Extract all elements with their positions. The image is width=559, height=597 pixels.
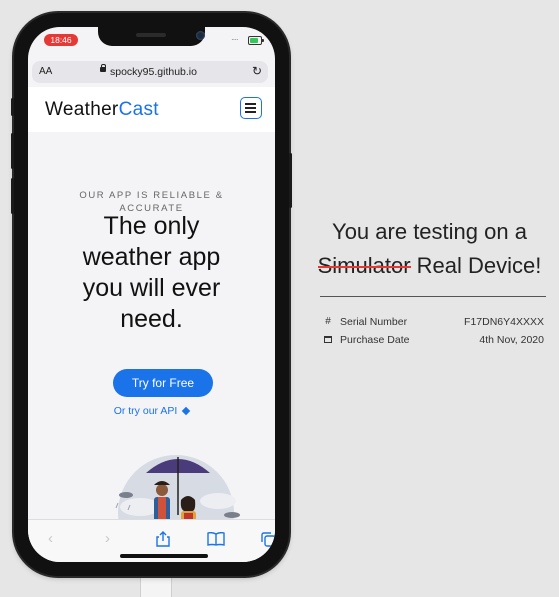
calendar-icon	[322, 334, 334, 346]
site-navbar: WeatherCast	[28, 87, 275, 132]
brand-accent: Cast	[118, 99, 159, 120]
try-for-free-button[interactable]: Try for Free	[113, 369, 213, 397]
charging-cable	[140, 575, 172, 597]
bookmarks-icon[interactable]	[207, 532, 225, 546]
menu-bar-icon	[245, 103, 256, 105]
home-indicator	[120, 554, 208, 558]
purchase-date-label: Purchase Date	[340, 334, 410, 346]
divider	[320, 296, 546, 297]
mute-switch	[11, 98, 14, 116]
api-link[interactable]: Or try our API	[28, 405, 275, 417]
volume-up-button	[11, 133, 14, 169]
purchase-date-value: 4th Nov, 2020	[479, 334, 544, 346]
lock-icon	[100, 64, 106, 72]
device-subheading: Simulator Real Device!	[300, 253, 559, 279]
site-logo[interactable]: WeatherCast	[45, 99, 159, 121]
address-bar[interactable]: AA spocky95.github.io ↻	[32, 61, 268, 83]
headline-line: need.	[120, 305, 183, 333]
menu-bar-icon	[245, 107, 256, 109]
front-camera	[196, 31, 205, 40]
battery-charging-icon	[248, 36, 264, 45]
text-size-button[interactable]: AA	[39, 66, 52, 77]
brand-prefix: Weather	[45, 99, 119, 120]
serial-number-value: F17DN6Y4XXXX	[464, 316, 544, 328]
headline-line: weather app	[82, 243, 221, 271]
real-device-label: Real Device!	[416, 253, 542, 278]
api-link-label[interactable]: Or try our API	[114, 405, 178, 417]
hamburger-menu-button[interactable]	[240, 97, 262, 119]
share-icon[interactable]	[156, 531, 170, 547]
hero-headline: The only weather app you will ever need.	[28, 211, 275, 335]
back-icon[interactable]: ‹	[48, 530, 53, 547]
signal-icon: ····	[231, 35, 239, 44]
phone-screen: 18:46 ···· AA spocky95.github.io ↻ Weath…	[28, 27, 275, 562]
menu-bar-icon	[245, 111, 256, 113]
reload-icon[interactable]: ↻	[252, 64, 262, 78]
struck-simulator-label: Simulator	[317, 253, 411, 278]
power-button	[289, 153, 292, 208]
headline-line: you will ever	[82, 274, 221, 302]
speaker-grille	[136, 33, 166, 37]
forward-icon[interactable]: ›	[105, 530, 110, 547]
url-text[interactable]: spocky95.github.io	[110, 66, 197, 78]
tabs-icon[interactable]	[261, 532, 275, 547]
volume-down-button	[11, 178, 14, 214]
serial-number-label: Serial Number	[340, 316, 408, 328]
notch	[98, 27, 205, 46]
headline-line: The only	[103, 212, 200, 240]
status-time[interactable]: 18:46	[44, 34, 78, 46]
diamond-icon	[182, 406, 191, 416]
eyebrow-line: OUR APP IS RELIABLE &	[79, 190, 224, 201]
hash-icon: #	[325, 316, 331, 327]
device-heading: You are testing on a	[332, 219, 527, 244]
phone-frame: 18:46 ···· AA spocky95.github.io ↻ Weath…	[11, 13, 292, 576]
